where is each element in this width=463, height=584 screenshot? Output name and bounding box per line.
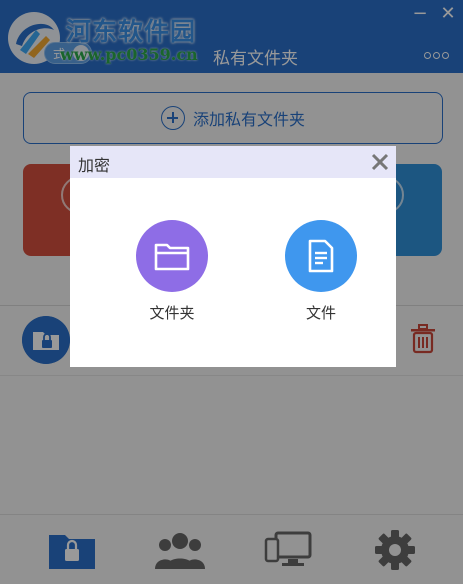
encrypt-folder-option[interactable]: 文件夹: [117, 220, 227, 323]
dialog-header: 加密: [70, 146, 396, 178]
file-option-label: 文件: [305, 304, 336, 322]
folder-option-circle: [136, 220, 208, 292]
folder-option-label: 文件夹: [149, 304, 195, 322]
dialog-title: 加密: [78, 156, 111, 175]
encrypt-file-option[interactable]: 文件: [266, 220, 376, 323]
document-icon: [308, 239, 334, 273]
folder-icon: [154, 243, 190, 271]
encrypt-dialog: 加密 文件夹 文件: [70, 146, 396, 367]
file-option-circle: [285, 220, 357, 292]
dialog-close-icon[interactable]: [370, 152, 390, 172]
